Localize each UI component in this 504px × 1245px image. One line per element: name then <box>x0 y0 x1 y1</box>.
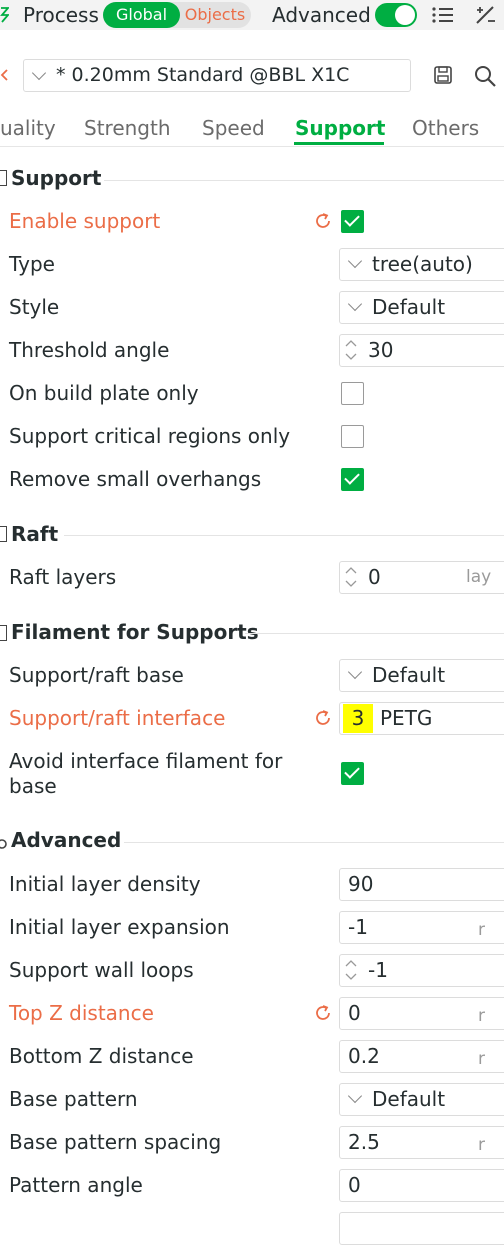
back-arrow-icon[interactable] <box>0 68 8 82</box>
enable-support-label: Enable support <box>9 209 161 233</box>
raft-layers-label: Raft layers <box>9 565 117 589</box>
raft-base-value: Default <box>372 663 446 687</box>
top-z-value: 0 <box>348 1001 361 1025</box>
tab-support[interactable]: Support <box>295 112 385 144</box>
process-icon <box>0 7 9 23</box>
spinner-arrows-icon[interactable] <box>344 337 358 363</box>
critical-regions-checkbox[interactable] <box>341 425 364 448</box>
section-divider <box>124 842 504 843</box>
tab-divider <box>0 146 504 147</box>
section-divider <box>104 180 504 181</box>
threshold-angle-value: 30 <box>368 338 394 362</box>
remove-overhangs-checkbox[interactable] <box>341 468 364 491</box>
section-support-title: Support <box>11 166 102 190</box>
switch-knob <box>395 5 415 25</box>
wall-loops-spinner[interactable] <box>339 954 504 987</box>
tab-others[interactable]: Others <box>412 112 479 144</box>
top-z-unit: r <box>478 1006 485 1026</box>
scope-objects-option[interactable]: Objects <box>180 2 250 28</box>
raft-layers-unit: lay <box>466 567 492 587</box>
initial-expansion-unit: r <box>478 920 485 940</box>
raft-interface-label: Support/raft interface <box>9 706 226 730</box>
base-spacing-value: 2.5 <box>348 1130 380 1154</box>
initial-density-label: Initial layer density <box>9 872 201 896</box>
threshold-angle-label: Threshold angle <box>9 338 170 362</box>
bottom-z-value: 0.2 <box>348 1044 380 1068</box>
raft-interface-value: PETG <box>380 706 433 730</box>
type-label: Type <box>9 252 55 276</box>
style-value: Default <box>372 295 446 319</box>
section-divider <box>64 535 504 536</box>
support-section-icon <box>0 170 7 186</box>
reset-icon[interactable] <box>313 1003 333 1023</box>
initial-density-value: 90 <box>348 872 374 896</box>
section-divider <box>245 633 504 634</box>
critical-regions-label: Support critical regions only <box>9 424 291 448</box>
reset-icon[interactable] <box>313 708 333 728</box>
build-plate-only-label: On build plate only <box>9 381 199 405</box>
tab-strength[interactable]: Strength <box>84 112 171 144</box>
pattern-angle-label: Pattern angle <box>9 1173 143 1197</box>
tab-quality[interactable]: uality <box>0 112 56 144</box>
raft-base-label: Support/raft base <box>9 663 184 687</box>
wall-loops-label: Support wall loops <box>9 958 194 982</box>
filament-section-icon <box>0 625 7 641</box>
build-plate-only-checkbox[interactable] <box>341 382 364 405</box>
panel-title: Process <box>23 3 99 27</box>
gear-icon <box>0 839 7 849</box>
spinner-arrows-icon[interactable] <box>344 564 358 590</box>
style-label: Style <box>9 295 60 319</box>
avoid-interface-label-line2: base <box>9 774 57 798</box>
next-field-input[interactable] <box>339 1212 504 1245</box>
pattern-angle-input[interactable] <box>339 1169 504 1202</box>
base-spacing-label: Base pattern spacing <box>9 1130 222 1154</box>
spinner-arrows-icon[interactable] <box>344 957 358 983</box>
raft-section-icon <box>0 526 7 542</box>
save-icon[interactable] <box>433 65 453 85</box>
type-value: tree(auto) <box>372 252 473 276</box>
base-pattern-label: Base pattern <box>9 1087 138 1111</box>
remove-overhangs-label: Remove small overhangs <box>9 467 262 491</box>
bottom-z-unit: r <box>478 1049 485 1069</box>
initial-expansion-value: -1 <box>348 915 368 939</box>
section-raft-title: Raft <box>11 522 59 546</box>
filament-index-badge: 3 <box>343 704 373 733</box>
advanced-switch[interactable] <box>375 3 417 27</box>
initial-expansion-label: Initial layer expansion <box>9 915 230 939</box>
avoid-interface-label-line1: Avoid interface filament for <box>9 749 283 773</box>
top-z-label: Top Z distance <box>9 1001 154 1025</box>
active-tab-indicator <box>294 142 384 145</box>
wall-loops-value: -1 <box>368 958 388 982</box>
scope-global-option[interactable]: Global <box>103 2 180 28</box>
threshold-angle-spinner[interactable] <box>339 334 504 367</box>
reset-icon[interactable] <box>313 211 333 231</box>
section-filament-title: Filament for Supports <box>11 620 259 644</box>
raft-layers-value: 0 <box>368 565 381 589</box>
bottom-z-label: Bottom Z distance <box>9 1044 194 1068</box>
tab-speed[interactable]: Speed <box>202 112 265 144</box>
advanced-label: Advanced <box>272 3 371 27</box>
avoid-interface-checkbox[interactable] <box>341 762 364 785</box>
enable-support-checkbox[interactable] <box>341 210 364 233</box>
list-icon[interactable] <box>431 5 455 25</box>
preset-name: * 0.20mm Standard @BBL X1C <box>56 64 350 86</box>
compare-icon[interactable] <box>474 4 498 26</box>
base-pattern-value: Default <box>372 1087 446 1111</box>
search-icon[interactable] <box>473 64 497 88</box>
pattern-angle-value: 0 <box>348 1173 361 1197</box>
base-spacing-unit: r <box>478 1135 485 1155</box>
section-advanced-title: Advanced <box>11 828 122 852</box>
